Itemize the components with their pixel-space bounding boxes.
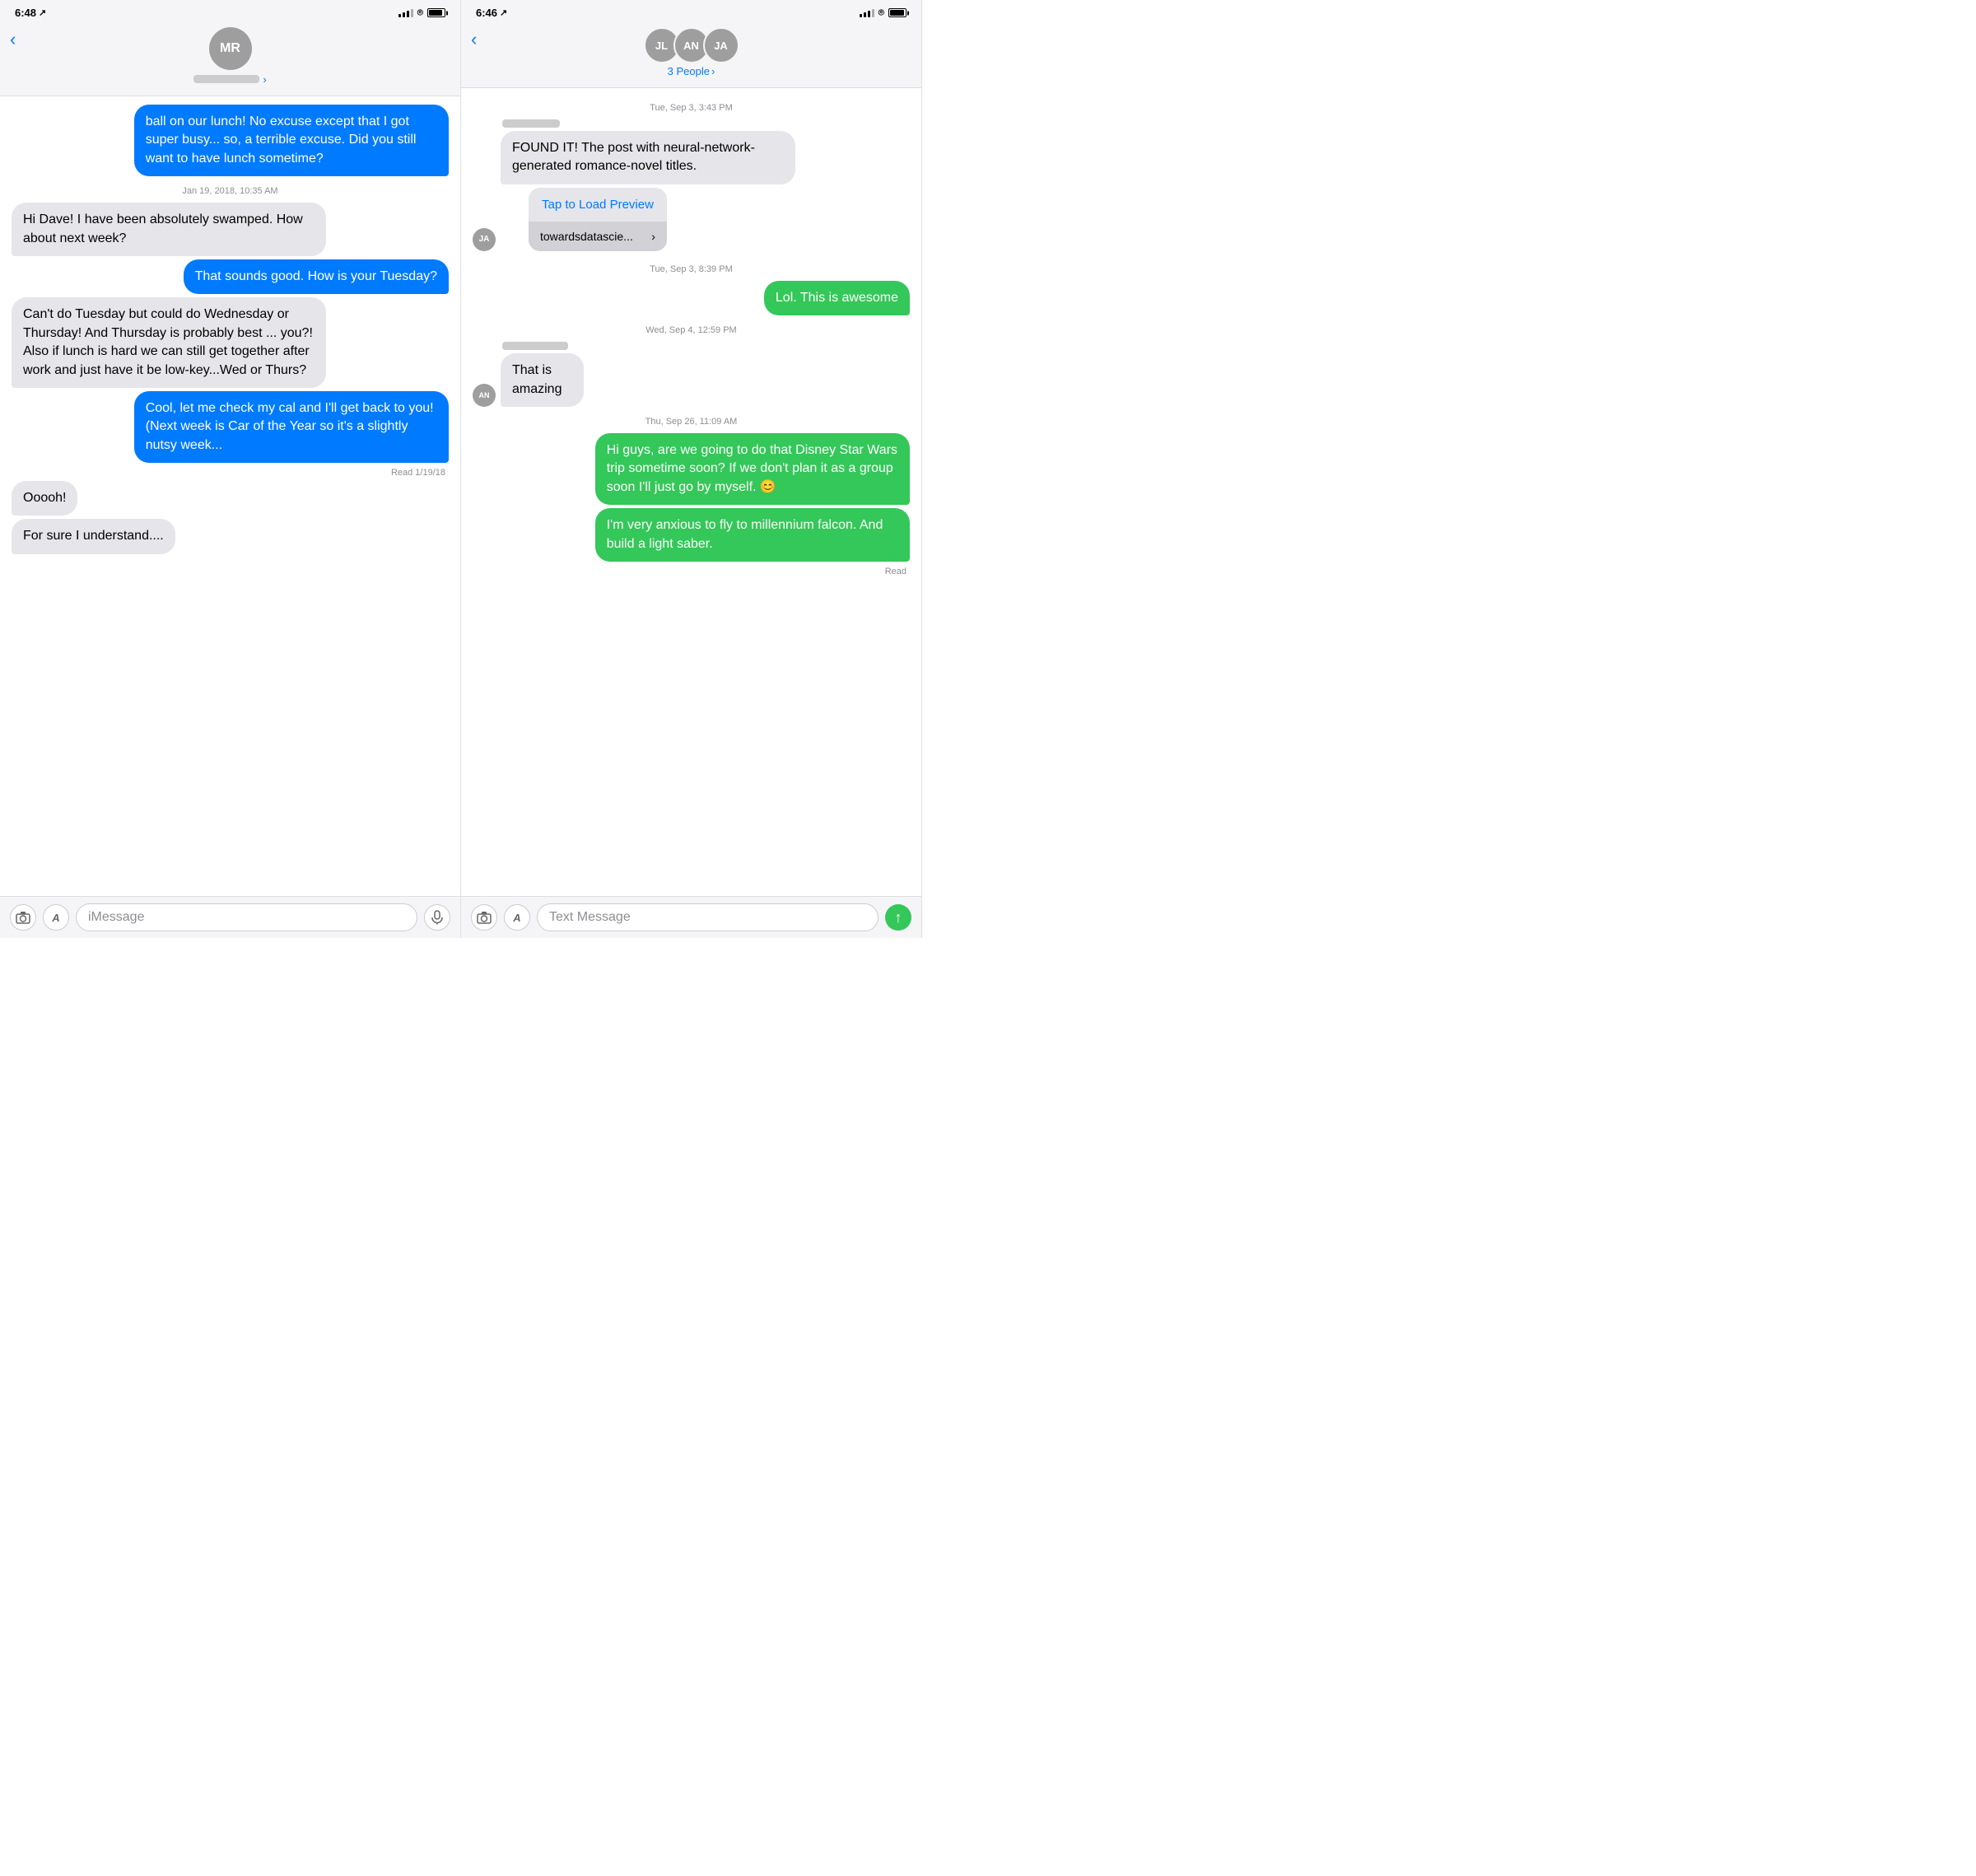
bubble: Ooooh! — [12, 481, 77, 516]
bar2 — [403, 12, 405, 17]
status-bar-left: 6:48 ↗ ⌾ — [0, 0, 460, 22]
battery-fill-right — [890, 10, 904, 16]
timestamp: Wed, Sep 4, 12:59 PM — [473, 325, 910, 335]
camera-button-left[interactable] — [10, 904, 36, 931]
read-label-right: Read — [473, 567, 906, 576]
apps-button-right[interactable]: A — [504, 904, 530, 931]
bubble: Hi Dave! I have been absolutely swamped.… — [12, 203, 326, 256]
bubble: Hi guys, are we going to do that Disney … — [595, 433, 910, 505]
input-bar-left: A iMessage — [0, 896, 460, 938]
battery-fill-left — [429, 10, 442, 16]
bar2 — [864, 12, 866, 17]
bar1 — [860, 14, 862, 17]
msg-row: I'm very anxious to fly to millennium fa… — [473, 508, 910, 562]
timestamp: Thu, Sep 26, 11:09 AM — [473, 417, 910, 427]
chat-header-left: ‹ MR › — [0, 22, 460, 96]
right-panel: 6:46 ↗ ⌾ ‹ JL AN JA 3 People › — [461, 0, 922, 938]
link-chevron-icon: › — [651, 230, 655, 243]
group-avatar-ja: JA — [703, 27, 739, 63]
status-icons-right: ⌾ — [860, 7, 906, 19]
status-time-left: 6:48 ↗ — [15, 7, 46, 19]
camera-button-right[interactable] — [471, 904, 497, 931]
back-button-left[interactable]: ‹ — [10, 29, 16, 50]
timestamp: Tue, Sep 3, 3:43 PM — [473, 103, 910, 113]
back-button-right[interactable]: ‹ — [471, 29, 477, 50]
bubble: That is amazing — [501, 353, 584, 407]
wifi-icon-right: ⌾ — [878, 7, 884, 19]
apps-button-left[interactable]: A — [43, 904, 69, 931]
msg-row: Ooooh! — [12, 481, 449, 516]
input-placeholder-right: Text Message — [549, 910, 631, 925]
link-preview[interactable]: Tap to Load Preview towardsdatascie... › — [529, 188, 667, 251]
msg-row: AN That is amazing — [473, 342, 910, 407]
msg-row: Lol. This is awesome — [473, 281, 910, 315]
bar3 — [407, 11, 409, 17]
group-name[interactable]: 3 People › — [668, 65, 715, 77]
sender-avatar-an: AN — [473, 384, 496, 407]
timestamp: Jan 19, 2018, 10:35 AM — [12, 186, 449, 196]
bar4 — [872, 9, 874, 17]
battery-left — [427, 8, 445, 17]
bar3 — [868, 11, 870, 17]
imessage-input-left[interactable]: iMessage — [76, 903, 417, 931]
bubble: For sure I understand.... — [12, 519, 175, 553]
chevron-right-header: › — [711, 65, 715, 77]
tap-to-load[interactable]: Tap to Load Preview — [529, 188, 667, 222]
bubble: I'm very anxious to fly to millennium fa… — [595, 508, 910, 562]
text-message-input-right[interactable]: Text Message — [537, 903, 878, 931]
msg-row: ball on our lunch! No excuse except that… — [12, 105, 449, 176]
battery-right — [888, 8, 906, 17]
link-url-row[interactable]: towardsdatascie... › — [529, 222, 667, 251]
sender-avatar-ja: JA — [473, 228, 496, 251]
bubble: ball on our lunch! No excuse except that… — [134, 105, 449, 176]
input-bar-right: A Text Message ↑ — [461, 896, 921, 938]
status-icons-left: ⌾ — [398, 7, 445, 19]
msg-row: Hi Dave! I have been absolutely swamped.… — [12, 203, 449, 256]
group-avatars: JL AN JA — [644, 27, 739, 63]
timestamp: Tue, Sep 3, 8:39 PM — [473, 264, 910, 274]
bubble: That sounds good. How is your Tuesday? — [184, 259, 449, 294]
signal-right — [860, 9, 874, 17]
msg-row: Cool, let me check my cal and I'll get b… — [12, 391, 449, 463]
send-icon: ↑ — [895, 909, 902, 926]
bar1 — [398, 14, 401, 17]
wifi-icon-left: ⌾ — [417, 7, 423, 19]
send-button-right[interactable]: ↑ — [885, 904, 911, 931]
messages-area-right: Tue, Sep 3, 3:43 PM FOUND IT! The post w… — [461, 88, 921, 896]
bubble: Can't do Tuesday but could do Wednesday … — [12, 297, 326, 388]
signal-left — [398, 9, 413, 17]
read-label-left: Read 1/19/18 — [12, 468, 445, 478]
bar4 — [411, 9, 413, 17]
msg-row: For sure I understand.... — [12, 519, 449, 553]
time-right: 6:46 — [476, 7, 497, 19]
link-url-text: towardsdatascie... — [540, 230, 633, 243]
msg-row: Hi guys, are we going to do that Disney … — [473, 433, 910, 505]
status-time-right: 6:46 ↗ — [476, 7, 507, 19]
link-preview-row: JA Tap to Load Preview towardsdatascie..… — [473, 188, 910, 251]
msg-row: FOUND IT! The post with neural-network-g… — [473, 119, 910, 184]
bubble: Cool, let me check my cal and I'll get b… — [134, 391, 449, 463]
location-icon-right: ↗ — [500, 7, 507, 18]
mic-button-left[interactable] — [424, 904, 450, 931]
bubble: FOUND IT! The post with neural-network-g… — [501, 131, 795, 184]
status-bar-right: 6:46 ↗ ⌾ — [461, 0, 921, 22]
input-placeholder-left: iMessage — [88, 910, 144, 925]
location-icon-left: ↗ — [39, 7, 46, 18]
time-left: 6:48 — [15, 7, 36, 19]
left-panel: 6:48 ↗ ⌾ ‹ MR › ball on our lunch — [0, 0, 461, 938]
msg-row: That sounds good. How is your Tuesday? — [12, 259, 449, 294]
msg-row: Can't do Tuesday but could do Wednesday … — [12, 297, 449, 388]
contact-name-blurred-left — [193, 75, 259, 83]
bubble: Lol. This is awesome — [764, 281, 910, 315]
messages-area-left: ball on our lunch! No excuse except that… — [0, 96, 460, 896]
avatar-left[interactable]: MR — [209, 27, 252, 70]
chevron-left: › — [263, 73, 266, 86]
chat-header-right: ‹ JL AN JA 3 People › — [461, 22, 921, 88]
